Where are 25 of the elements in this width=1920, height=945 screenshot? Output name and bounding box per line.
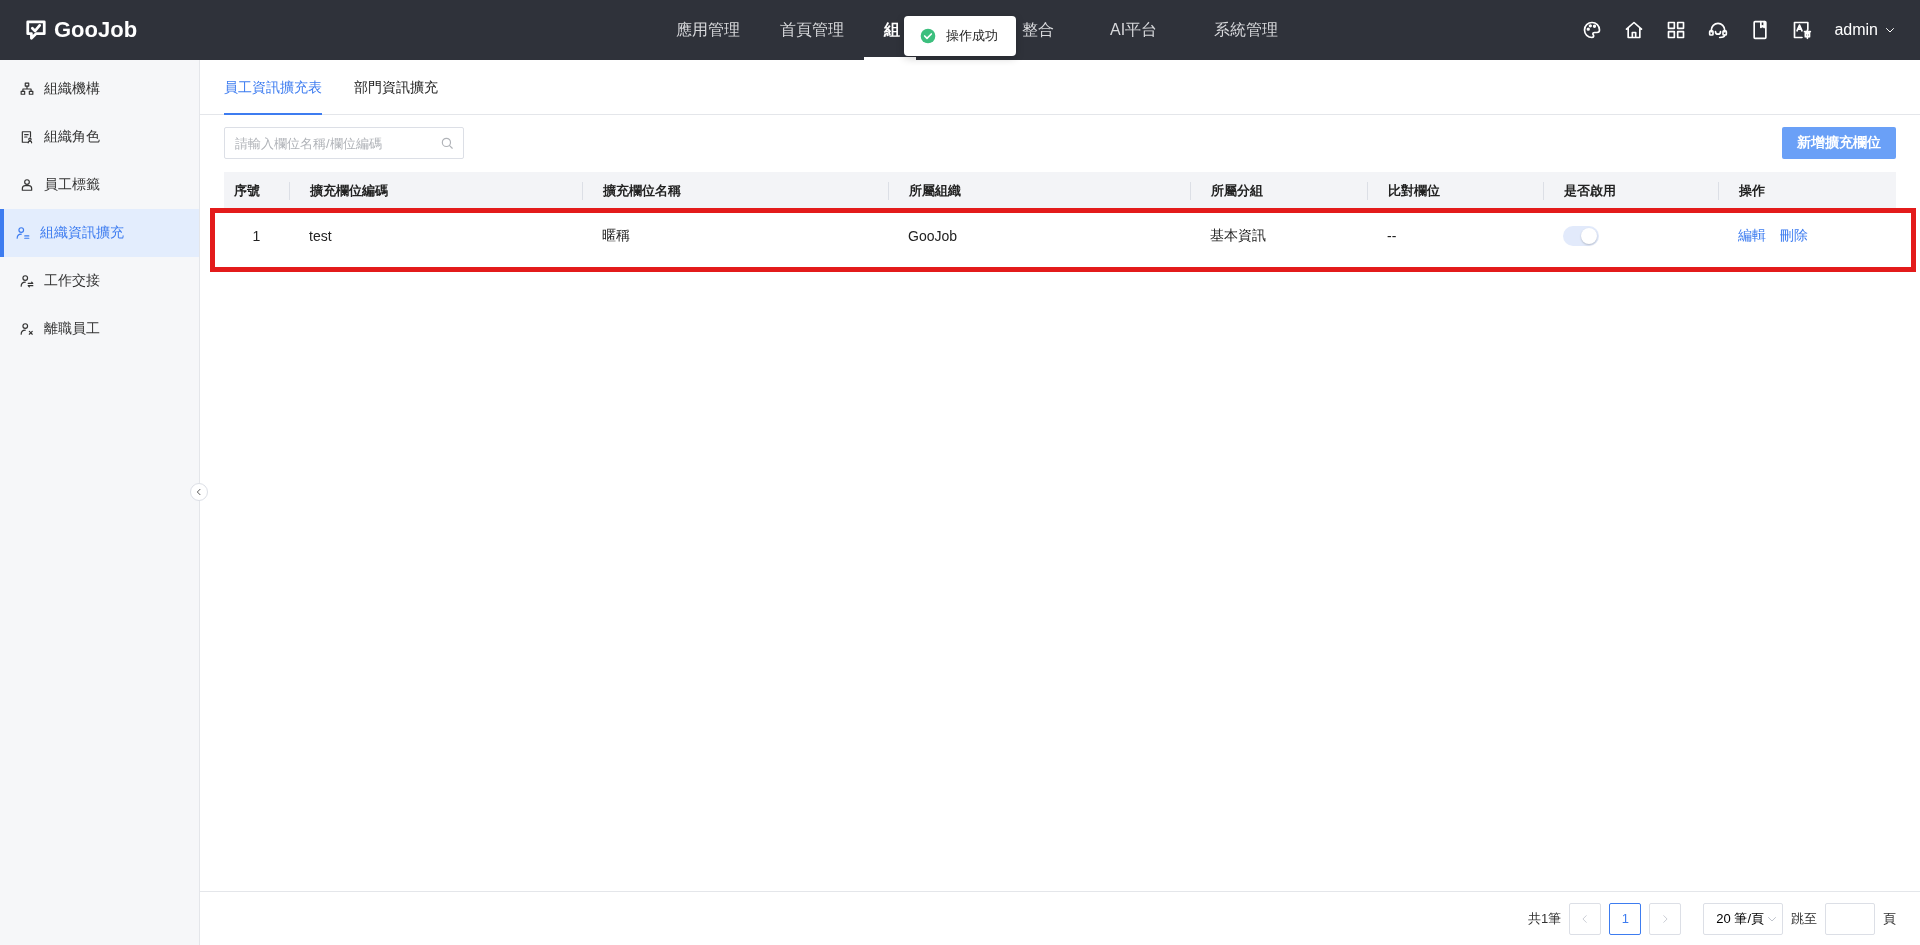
column-header: 擴充欄位編碼: [289, 182, 582, 200]
table-cell-text: 基本資訊: [1209, 226, 1267, 245]
table-cell-text: --: [1386, 227, 1398, 246]
sidebar-label: 員工標籤: [44, 176, 100, 194]
page-unit-label: 頁: [1883, 909, 1896, 928]
column-header: 擴充欄位名稱: [582, 182, 888, 200]
column-header: 操作: [1718, 182, 1896, 200]
sidebar-label: 組織機構: [44, 80, 100, 98]
column-header: 是否啟用: [1543, 182, 1718, 200]
table-cell-text: 暱稱: [601, 226, 631, 245]
total-count: 共1筆: [1528, 909, 1562, 928]
column-header: 所屬組織: [888, 182, 1190, 200]
column-header: 比對欄位: [1367, 182, 1543, 200]
column-header: 所屬分組: [1190, 182, 1367, 200]
toast-message: 操作成功: [946, 27, 998, 45]
sidebar-label: 組織角色: [44, 128, 100, 146]
table-cell-text: GooJob: [907, 227, 959, 246]
sidebar-label: 離職員工: [44, 320, 100, 338]
table-cell-text: 1: [251, 227, 262, 246]
logo-text: GooJob: [54, 17, 138, 43]
sidebar-label: 工作交接: [44, 272, 100, 290]
jump-label: 跳至: [1791, 909, 1817, 928]
sidebar-label: 組織資訊擴充: [40, 224, 124, 242]
table-cell-text: test: [308, 227, 333, 246]
column-header: 序號: [233, 182, 261, 200]
